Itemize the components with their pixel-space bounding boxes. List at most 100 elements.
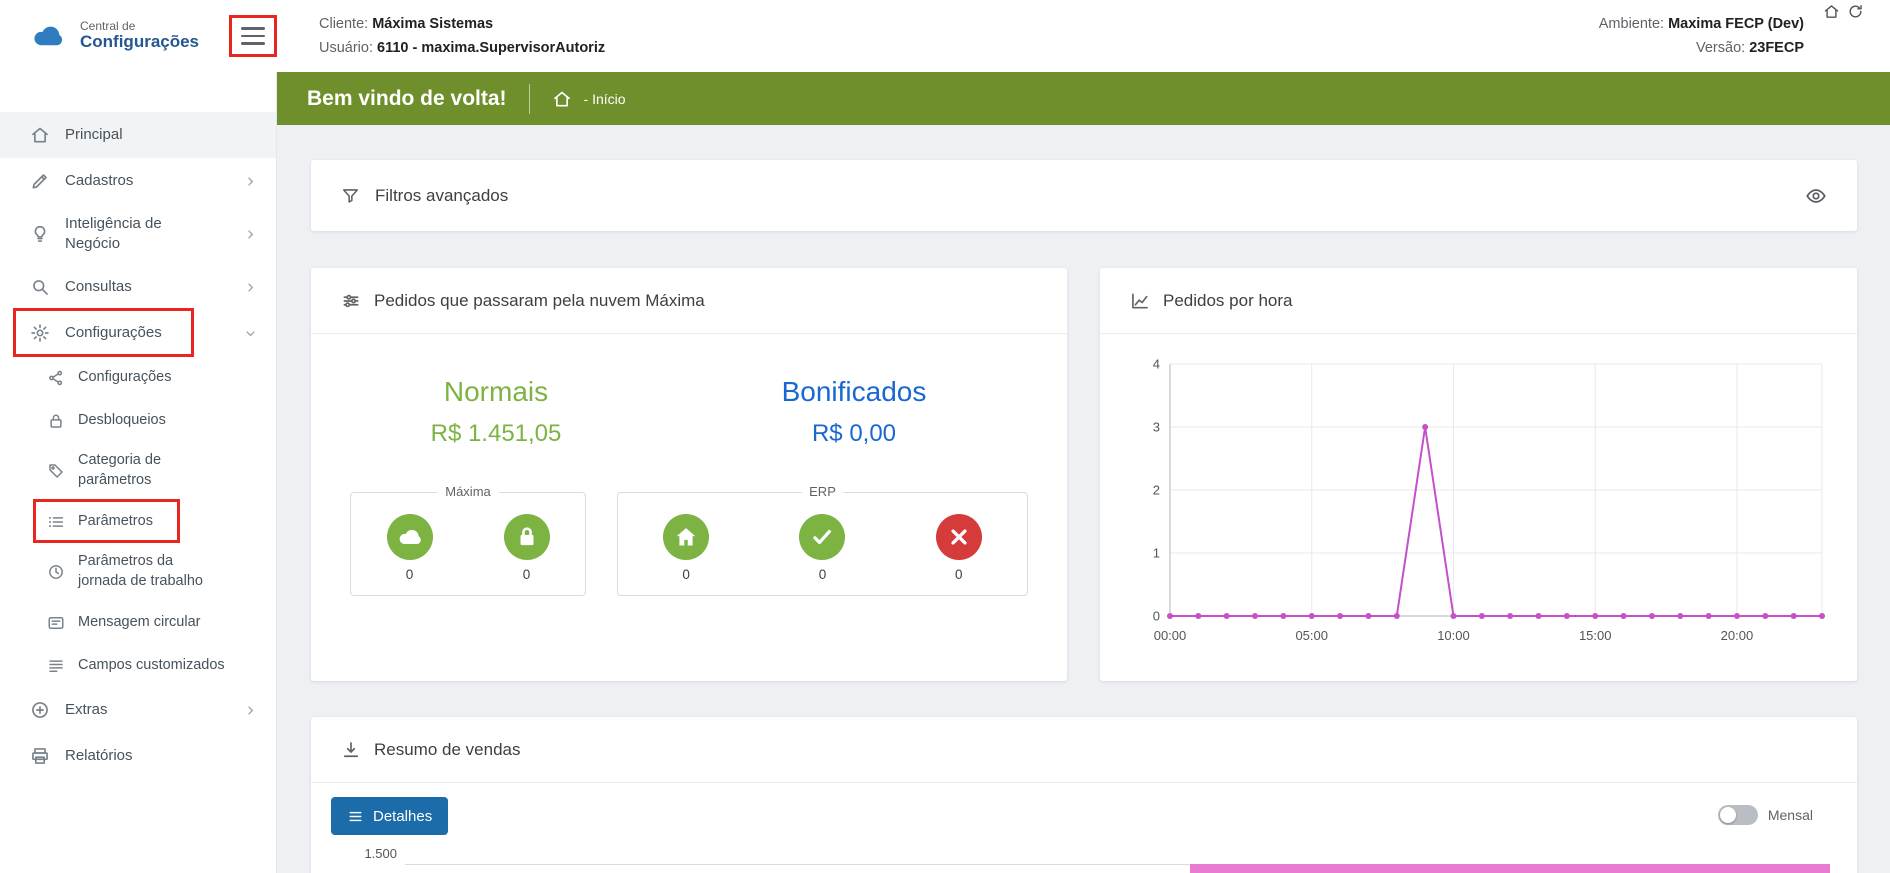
erp-received-stat[interactable]: 0 bbox=[663, 514, 709, 582]
bonus-label: Bonificados bbox=[661, 376, 1047, 408]
sidebar-item-extras[interactable]: Extras bbox=[0, 687, 276, 733]
lock-icon bbox=[504, 514, 550, 560]
sidebar-item-label: Consultas bbox=[65, 277, 132, 297]
svg-text:05:00: 05:00 bbox=[1295, 628, 1328, 643]
gear-icon bbox=[30, 323, 50, 343]
svg-text:2: 2 bbox=[1153, 483, 1160, 498]
svg-text:1: 1 bbox=[1153, 546, 1160, 561]
chevron-right-icon bbox=[243, 703, 258, 718]
bars-icon bbox=[347, 808, 364, 825]
sidebar-item-label: Categoria de parâmetros bbox=[78, 451, 216, 490]
app-logo[interactable]: Central de Configurações bbox=[0, 19, 215, 53]
nodes-icon bbox=[47, 369, 65, 387]
sales-summary-title: Resumo de vendas bbox=[374, 740, 520, 760]
tag-icon bbox=[47, 462, 65, 480]
check-icon bbox=[799, 514, 845, 560]
sidebar-item-label: Extras bbox=[65, 700, 108, 720]
sidebar-subitem-mensagem-circular[interactable]: Mensagem circular bbox=[0, 601, 276, 644]
sidebar-item-label: Desbloqueios bbox=[78, 411, 166, 431]
home-icon bbox=[30, 125, 50, 145]
advanced-filters-card[interactable]: Filtros avançados bbox=[311, 160, 1857, 231]
sidebar-subitem-parametros[interactable]: Parâmetros bbox=[0, 500, 276, 543]
erp-error-stat[interactable]: 0 bbox=[936, 514, 982, 582]
bonus-value: R$ 0,00 bbox=[661, 420, 1047, 448]
lock-icon bbox=[47, 412, 65, 430]
sidebar-subitem-campos-customizados[interactable]: Campos customizados bbox=[0, 644, 276, 687]
client-value: Máxima Sistemas bbox=[372, 16, 493, 32]
sidebar-item-label: Parâmetros da jornada de trabalho bbox=[78, 552, 216, 591]
sales-summary-card: Resumo de vendas Detalhes Mensal 1.500 bbox=[311, 717, 1857, 873]
orders-per-hour-card: Pedidos por hora 0123400:0005:0010:0015:… bbox=[1100, 268, 1857, 681]
orders-per-hour-title-row: Pedidos por hora bbox=[1100, 268, 1857, 334]
breadcrumb-home-icon[interactable] bbox=[552, 89, 572, 109]
eye-icon[interactable] bbox=[1805, 185, 1827, 207]
sidebar-item-label: Cadastros bbox=[65, 171, 133, 191]
stat-count: 0 bbox=[955, 567, 963, 582]
details-button-label: Detalhes bbox=[373, 808, 432, 825]
sidebar-item-inteligencia-de-negocio[interactable]: Inteligência de Negócio bbox=[0, 204, 276, 264]
maxima-stat-group: Máxima 0 0 bbox=[350, 492, 586, 596]
client-label: Cliente: bbox=[319, 16, 368, 32]
sidebar-item-relatorios[interactable]: Relatórios bbox=[0, 733, 276, 779]
home-shortcut-icon[interactable] bbox=[1823, 3, 1840, 20]
breadcrumb: - Início bbox=[584, 91, 626, 107]
chevron-right-icon bbox=[243, 280, 258, 295]
orders-per-hour-title: Pedidos por hora bbox=[1163, 291, 1292, 311]
monthly-toggle-label: Mensal bbox=[1768, 807, 1813, 823]
locked-orders-stat[interactable]: 0 bbox=[504, 514, 550, 582]
maxima-group-label: Máxima bbox=[437, 484, 499, 499]
cloud-orders-title: Pedidos que passaram pela nuvem Máxima bbox=[374, 291, 705, 311]
sales-chart-bar bbox=[1190, 864, 1830, 873]
details-button[interactable]: Detalhes bbox=[331, 797, 448, 835]
cloud-icon bbox=[387, 514, 433, 560]
logo-text-bottom: Configurações bbox=[80, 33, 199, 52]
sidebar-toggle-button[interactable] bbox=[229, 15, 277, 57]
sidebar-item-label: Relatórios bbox=[65, 746, 133, 766]
erp-success-stat[interactable]: 0 bbox=[799, 514, 845, 582]
main-content: Filtros avançados Pedidos que passaram p… bbox=[277, 125, 1890, 873]
monthly-toggle[interactable] bbox=[1718, 805, 1758, 825]
sidebar-item-configuracoes[interactable]: Configurações bbox=[0, 310, 276, 356]
logo-text: Central de Configurações bbox=[80, 20, 199, 52]
version-label: Versão: bbox=[1696, 40, 1745, 56]
svg-text:4: 4 bbox=[1153, 357, 1160, 372]
user-line: Usuário: 6110 - maxima.SupervisorAutoriz bbox=[319, 40, 605, 56]
environment-label: Ambiente: bbox=[1599, 16, 1664, 32]
svg-text:10:00: 10:00 bbox=[1437, 628, 1470, 643]
message-icon bbox=[47, 614, 65, 632]
cloud-orders-body: Normais R$ 1.451,05 Bonificados R$ 0,00 … bbox=[311, 334, 1067, 681]
stat-count: 0 bbox=[819, 567, 827, 582]
svg-text:20:00: 20:00 bbox=[1721, 628, 1754, 643]
fields-icon bbox=[47, 657, 65, 675]
sidebar-item-label: Inteligência de Negócio bbox=[65, 214, 203, 255]
version-value: 23FECP bbox=[1749, 40, 1804, 56]
chevron-right-icon bbox=[243, 174, 258, 189]
logo-cloud-icon bbox=[26, 19, 70, 53]
list-icon bbox=[47, 513, 65, 531]
chevron-down-icon bbox=[243, 326, 258, 341]
refresh-icon[interactable] bbox=[1847, 3, 1864, 20]
normals-summary: Normais R$ 1.451,05 bbox=[331, 376, 661, 448]
sales-summary-title-row: Resumo de vendas bbox=[311, 717, 1857, 783]
sidebar-subitem-configuracoes[interactable]: Configurações bbox=[0, 356, 276, 399]
version-line: Versão: 23FECP bbox=[1599, 40, 1804, 56]
chevron-right-icon bbox=[243, 227, 258, 242]
erp-group-label: ERP bbox=[801, 484, 844, 499]
funnel-icon bbox=[341, 186, 360, 205]
hamburger-icon bbox=[241, 27, 265, 30]
sidebar-item-consultas[interactable]: Consultas bbox=[0, 264, 276, 310]
cloud-orders-stat[interactable]: 0 bbox=[387, 514, 433, 582]
sidebar-subitem-categoria-de-parametros[interactable]: Categoria de parâmetros bbox=[0, 442, 276, 500]
sidebar-item-principal[interactable]: Principal bbox=[0, 112, 276, 158]
sidebar-subitem-desbloqueios[interactable]: Desbloqueios bbox=[0, 399, 276, 442]
dashboard-cards-row: Pedidos que passaram pela nuvem Máxima N… bbox=[311, 268, 1857, 681]
stat-boxes: Máxima 0 0 ERP bbox=[350, 492, 1028, 596]
orders-per-hour-chart: 0123400:0005:0010:0015:0020:00 bbox=[1100, 334, 1857, 665]
sidebar-item-cadastros[interactable]: Cadastros bbox=[0, 158, 276, 204]
environment-line: Ambiente: Maxima FECP (Dev) bbox=[1599, 16, 1804, 32]
toggle-knob bbox=[1720, 807, 1736, 823]
stat-count: 0 bbox=[523, 567, 531, 582]
sidebar-subitem-parametros-da-jornada[interactable]: Parâmetros da jornada de trabalho bbox=[0, 543, 276, 601]
pencil-icon bbox=[30, 171, 50, 191]
monthly-toggle-group: Mensal bbox=[1718, 805, 1813, 825]
